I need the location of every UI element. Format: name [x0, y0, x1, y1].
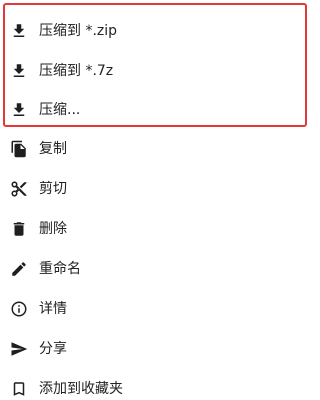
download-icon [10, 62, 28, 80]
info-icon [10, 300, 28, 318]
menu-item-delete[interactable]: 删除 [0, 209, 314, 249]
menu-item-label: 压缩到 *.7z [39, 63, 114, 79]
menu-item-label: 重命名 [39, 261, 81, 277]
menu-item-label: 删除 [39, 221, 67, 237]
menu-item-add-to-favorites[interactable]: 添加到收藏夹 [0, 369, 314, 400]
menu-item-rename[interactable]: 重命名 [0, 249, 314, 289]
menu-item-copy[interactable]: 复制 [0, 129, 314, 169]
menu-item-compress-custom[interactable]: 压缩... [0, 90, 314, 130]
menu-item-label: 压缩... [39, 102, 81, 118]
share-icon [10, 340, 28, 358]
menu-item-share[interactable]: 分享 [0, 329, 314, 369]
context-menu: 压缩到 *.zip 压缩到 *.7z 压缩... 复制 剪切 删除 重命名 详情… [0, 0, 314, 400]
menu-item-label: 分享 [39, 341, 67, 357]
pencil-icon [10, 260, 28, 278]
trash-icon [10, 220, 28, 238]
menu-item-label: 详情 [39, 301, 67, 317]
menu-item-label: 剪切 [39, 181, 67, 197]
menu-item-details[interactable]: 详情 [0, 289, 314, 329]
menu-item-label: 压缩到 *.zip [39, 23, 118, 39]
copy-icon [10, 140, 28, 158]
menu-item-compress-zip[interactable]: 压缩到 *.zip [0, 11, 314, 51]
download-icon [10, 22, 28, 40]
menu-item-label: 添加到收藏夹 [39, 381, 123, 397]
menu-item-compress-7z[interactable]: 压缩到 *.7z [0, 51, 314, 91]
scissors-icon [10, 180, 28, 198]
menu-item-cut[interactable]: 剪切 [0, 169, 314, 209]
download-icon [10, 101, 28, 119]
menu-item-label: 复制 [39, 141, 67, 157]
bookmark-icon [10, 380, 28, 398]
